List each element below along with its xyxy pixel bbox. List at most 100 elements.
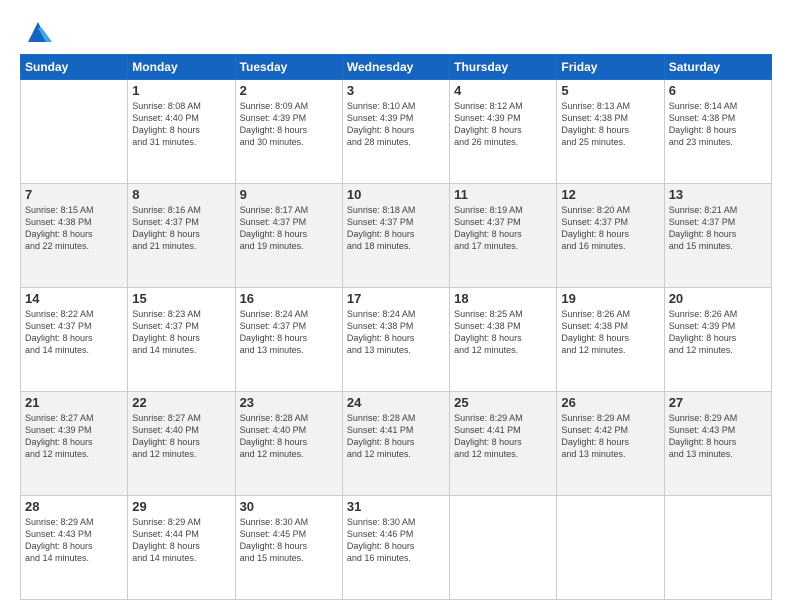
day-number: 8 (132, 187, 230, 202)
day-info: Sunrise: 8:24 AMSunset: 4:38 PMDaylight:… (347, 308, 445, 357)
calendar-week-1: 1 Sunrise: 8:08 AMSunset: 4:40 PMDaylight… (21, 80, 772, 184)
day-info: Sunrise: 8:27 AMSunset: 4:40 PMDaylight:… (132, 412, 230, 461)
day-number: 23 (240, 395, 338, 410)
logo (20, 18, 52, 46)
calendar-cell: 10 Sunrise: 8:18 AMSunset: 4:37 PMDayligh… (342, 184, 449, 288)
calendar-cell: 14Sunrise: 8:22 AMSunset: 4:37 PMDayligh… (21, 288, 128, 392)
calendar-cell: 27 Sunrise: 8:29 AMSunset: 4:43 PMDayligh… (664, 392, 771, 496)
day-number: 2 (240, 83, 338, 98)
calendar-header-row: SundayMondayTuesdayWednesdayThursdayFrid… (21, 55, 772, 80)
day-info: Sunrise: 8:20 AMSunset: 4:37 PMDaylight:… (561, 204, 659, 253)
calendar-cell: 8 Sunrise: 8:16 AMSunset: 4:37 PMDaylight… (128, 184, 235, 288)
day-number: 22 (132, 395, 230, 410)
day-number: 26 (561, 395, 659, 410)
day-number: 25 (454, 395, 552, 410)
calendar-week-2: 7Sunrise: 8:15 AMSunset: 4:38 PMDaylight… (21, 184, 772, 288)
day-header-sunday: Sunday (21, 55, 128, 80)
day-info: Sunrise: 8:29 AMSunset: 4:44 PMDaylight:… (132, 516, 230, 565)
calendar-cell (664, 496, 771, 600)
day-info: Sunrise: 8:30 AMSunset: 4:45 PMDaylight:… (240, 516, 338, 565)
calendar-week-5: 28 Sunrise: 8:29 AMSunset: 4:43 PMDayligh… (21, 496, 772, 600)
day-number: 21 (25, 395, 123, 410)
day-number: 4 (454, 83, 552, 98)
day-info: Sunrise: 8:16 AMSunset: 4:37 PMDaylight:… (132, 204, 230, 253)
calendar-cell: 25 Sunrise: 8:29 AMSunset: 4:41 PMDayligh… (450, 392, 557, 496)
calendar-cell: 2 Sunrise: 8:09 AMSunset: 4:39 PMDaylight… (235, 80, 342, 184)
day-info: Sunrise: 8:21 AMSunset: 4:37 PMDaylight:… (669, 204, 767, 253)
calendar-cell: 6 Sunrise: 8:14 AMSunset: 4:38 PMDaylight… (664, 80, 771, 184)
calendar-cell: 13 Sunrise: 8:21 AMSunset: 4:37 PMDayligh… (664, 184, 771, 288)
day-info: Sunrise: 8:08 AMSunset: 4:40 PMDaylight:… (132, 100, 230, 149)
calendar-cell: 26 Sunrise: 8:29 AMSunset: 4:42 PMDayligh… (557, 392, 664, 496)
day-number: 31 (347, 499, 445, 514)
calendar-cell: 4Sunrise: 8:12 AMSunset: 4:39 PMDaylight… (450, 80, 557, 184)
calendar-cell: 23 Sunrise: 8:28 AMSunset: 4:40 PMDayligh… (235, 392, 342, 496)
day-info: Sunrise: 8:29 AMSunset: 4:42 PMDaylight:… (561, 412, 659, 461)
day-info: Sunrise: 8:09 AMSunset: 4:39 PMDaylight:… (240, 100, 338, 149)
day-number: 19 (561, 291, 659, 306)
day-info: Sunrise: 8:25 AMSunset: 4:38 PMDaylight:… (454, 308, 552, 357)
calendar-cell: 12 Sunrise: 8:20 AMSunset: 4:37 PMDayligh… (557, 184, 664, 288)
calendar-cell (21, 80, 128, 184)
calendar-cell: 1 Sunrise: 8:08 AMSunset: 4:40 PMDaylight… (128, 80, 235, 184)
day-info: Sunrise: 8:28 AMSunset: 4:41 PMDaylight:… (347, 412, 445, 461)
calendar-cell: 18Sunrise: 8:25 AMSunset: 4:38 PMDayligh… (450, 288, 557, 392)
day-info: Sunrise: 8:29 AMSunset: 4:41 PMDaylight:… (454, 412, 552, 461)
day-number: 6 (669, 83, 767, 98)
day-number: 17 (347, 291, 445, 306)
calendar-cell: 24 Sunrise: 8:28 AMSunset: 4:41 PMDayligh… (342, 392, 449, 496)
day-info: Sunrise: 8:18 AMSunset: 4:37 PMDaylight:… (347, 204, 445, 253)
day-number: 30 (240, 499, 338, 514)
day-info: Sunrise: 8:29 AMSunset: 4:43 PMDaylight:… (25, 516, 123, 565)
day-info: Sunrise: 8:24 AMSunset: 4:37 PMDaylight:… (240, 308, 338, 357)
day-number: 3 (347, 83, 445, 98)
day-number: 13 (669, 187, 767, 202)
calendar-cell: 22 Sunrise: 8:27 AMSunset: 4:40 PMDayligh… (128, 392, 235, 496)
day-info: Sunrise: 8:13 AMSunset: 4:38 PMDaylight:… (561, 100, 659, 149)
calendar-cell (557, 496, 664, 600)
day-number: 29 (132, 499, 230, 514)
day-info: Sunrise: 8:27 AMSunset: 4:39 PMDaylight:… (25, 412, 123, 461)
day-info: Sunrise: 8:10 AMSunset: 4:39 PMDaylight:… (347, 100, 445, 149)
day-info: Sunrise: 8:30 AMSunset: 4:46 PMDaylight:… (347, 516, 445, 565)
day-header-tuesday: Tuesday (235, 55, 342, 80)
day-info: Sunrise: 8:19 AMSunset: 4:37 PMDaylight:… (454, 204, 552, 253)
day-number: 28 (25, 499, 123, 514)
calendar-cell: 3 Sunrise: 8:10 AMSunset: 4:39 PMDaylight… (342, 80, 449, 184)
day-info: Sunrise: 8:14 AMSunset: 4:38 PMDaylight:… (669, 100, 767, 149)
calendar-cell: 11 Sunrise: 8:19 AMSunset: 4:37 PMDayligh… (450, 184, 557, 288)
calendar-cell: 31 Sunrise: 8:30 AMSunset: 4:46 PMDayligh… (342, 496, 449, 600)
day-info: Sunrise: 8:15 AMSunset: 4:38 PMDaylight:… (25, 204, 123, 253)
calendar-cell: 7Sunrise: 8:15 AMSunset: 4:38 PMDaylight… (21, 184, 128, 288)
calendar-week-4: 21 Sunrise: 8:27 AMSunset: 4:39 PMDayligh… (21, 392, 772, 496)
day-info: Sunrise: 8:26 AMSunset: 4:38 PMDaylight:… (561, 308, 659, 357)
calendar-cell: 17 Sunrise: 8:24 AMSunset: 4:38 PMDayligh… (342, 288, 449, 392)
calendar-cell: 30 Sunrise: 8:30 AMSunset: 4:45 PMDayligh… (235, 496, 342, 600)
day-header-saturday: Saturday (664, 55, 771, 80)
day-number: 20 (669, 291, 767, 306)
day-number: 11 (454, 187, 552, 202)
calendar-cell (450, 496, 557, 600)
calendar-cell: 20 Sunrise: 8:26 AMSunset: 4:39 PMDayligh… (664, 288, 771, 392)
day-number: 1 (132, 83, 230, 98)
day-number: 9 (240, 187, 338, 202)
day-info: Sunrise: 8:29 AMSunset: 4:43 PMDaylight:… (669, 412, 767, 461)
calendar-cell: 29 Sunrise: 8:29 AMSunset: 4:44 PMDayligh… (128, 496, 235, 600)
day-info: Sunrise: 8:26 AMSunset: 4:39 PMDaylight:… (669, 308, 767, 357)
day-number: 10 (347, 187, 445, 202)
day-info: Sunrise: 8:28 AMSunset: 4:40 PMDaylight:… (240, 412, 338, 461)
day-number: 12 (561, 187, 659, 202)
calendar-cell: 15 Sunrise: 8:23 AMSunset: 4:37 PMDayligh… (128, 288, 235, 392)
day-number: 15 (132, 291, 230, 306)
day-number: 27 (669, 395, 767, 410)
calendar-table: SundayMondayTuesdayWednesdayThursdayFrid… (20, 54, 772, 600)
logo-icon (24, 18, 52, 46)
day-header-wednesday: Wednesday (342, 55, 449, 80)
calendar-cell: 19 Sunrise: 8:26 AMSunset: 4:38 PMDayligh… (557, 288, 664, 392)
day-number: 24 (347, 395, 445, 410)
day-info: Sunrise: 8:23 AMSunset: 4:37 PMDaylight:… (132, 308, 230, 357)
day-header-friday: Friday (557, 55, 664, 80)
day-info: Sunrise: 8:22 AMSunset: 4:37 PMDaylight:… (25, 308, 123, 357)
page: SundayMondayTuesdayWednesdayThursdayFrid… (0, 0, 792, 612)
day-number: 5 (561, 83, 659, 98)
